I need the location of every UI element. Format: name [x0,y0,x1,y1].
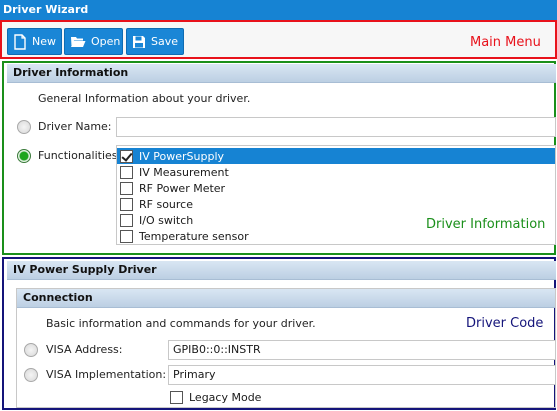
visa-address-label: VISA Address: [46,343,123,356]
visa-address-radio[interactable] [24,343,38,357]
save-button[interactable]: Save [126,28,184,55]
main-menu: New Open Save Main Menu [0,20,557,59]
visa-implementation-select[interactable]: Primary [168,365,556,385]
main-menu-annotation: Main Menu [470,35,541,50]
open-button-label: Open [91,35,121,48]
legacy-mode-option[interactable]: Legacy Mode [168,388,261,406]
visa-implementation-label: VISA Implementation: [46,368,167,381]
list-item-label: RF source [139,197,193,211]
legacy-mode-label: Legacy Mode [189,390,262,404]
checkbox[interactable] [120,229,133,243]
driver-code-header: IV Power Supply Driver [7,261,556,280]
visa-implementation-radio[interactable] [24,368,38,382]
open-button[interactable]: Open [64,28,123,55]
driver-code-annotation: Driver Code [466,316,544,331]
new-file-icon [13,33,27,50]
list-item[interactable]: IV Measurement [117,164,555,180]
list-item[interactable]: RF source [117,196,555,212]
driver-information-header: Driver Information [7,64,556,83]
list-item-label: IV Measurement [139,165,229,179]
list-item-label: Temperature sensor [139,229,249,243]
legacy-mode-checkbox[interactable] [170,390,183,404]
list-item-label: RF Power Meter [139,181,226,195]
checkbox[interactable] [120,181,133,195]
driver-name-label: Driver Name: [38,120,112,133]
checkbox[interactable] [120,197,133,211]
floppy-disk-icon [132,35,146,49]
driver-information-annotation: Driver Information [426,217,546,232]
driver-name-radio[interactable] [17,120,31,134]
new-button-label: New [32,35,56,48]
list-item[interactable]: RF Power Meter [117,180,555,196]
folder-open-icon [70,35,86,48]
functionalities-radio[interactable] [17,149,31,163]
list-item[interactable]: IV PowerSupply [117,148,555,164]
driver-information-description: General Information about your driver. [38,92,251,105]
functionalities-label: Functionalities: [38,149,122,162]
driver-name-input[interactable] [116,117,556,137]
save-button-label: Save [151,35,179,48]
visa-address-input[interactable]: GPIB0::0::INSTR [168,340,556,360]
connection-description: Basic information and commands for your … [46,317,316,330]
checkbox[interactable] [120,149,133,163]
window-title: Driver Wizard [0,0,557,20]
connection-header: Connection [17,289,555,308]
list-item-label: I/O switch [139,213,194,227]
checkbox[interactable] [120,213,133,227]
new-button[interactable]: New [7,28,62,55]
list-item-label: IV PowerSupply [139,149,225,163]
checkbox[interactable] [120,165,133,179]
